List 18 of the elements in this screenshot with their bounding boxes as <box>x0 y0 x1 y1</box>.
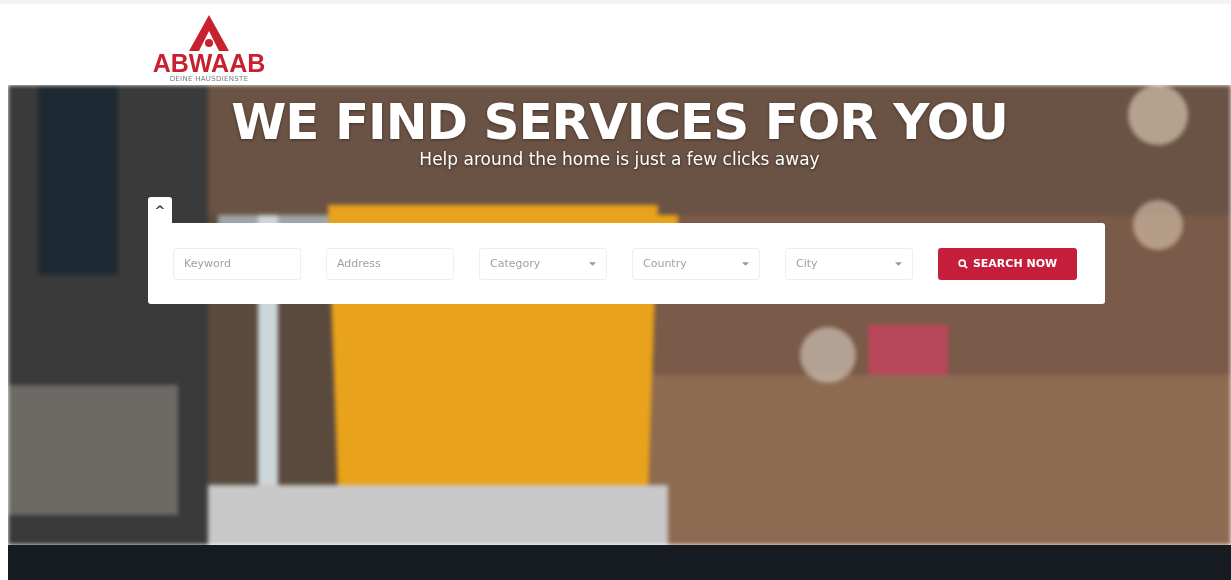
logo-icon <box>189 15 229 51</box>
collapse-toggle[interactable]: ^ <box>148 197 172 223</box>
caret-icon <box>895 261 902 266</box>
search-icon <box>957 258 968 269</box>
select-placeholder: City <box>796 257 818 270</box>
caret-icon <box>589 261 596 266</box>
caret-icon <box>742 261 749 266</box>
text-field[interactable]: Keyword <box>173 247 301 280</box>
select-field[interactable]: Country <box>632 247 760 280</box>
search-button[interactable]: SEARCH NOW <box>938 247 1077 280</box>
select-field[interactable]: City <box>785 247 913 280</box>
select-placeholder: Category <box>490 257 541 270</box>
logo-name: ABWAAB <box>152 51 266 75</box>
select-placeholder: Country <box>643 257 687 270</box>
hero-subtitle: Help around the home is just a few clicks away <box>419 148 820 171</box>
hero-title: WE FIND SERVICES FOR YOU <box>231 92 1008 151</box>
select-field[interactable]: Category <box>479 247 607 280</box>
text-field[interactable]: Address <box>326 247 454 280</box>
